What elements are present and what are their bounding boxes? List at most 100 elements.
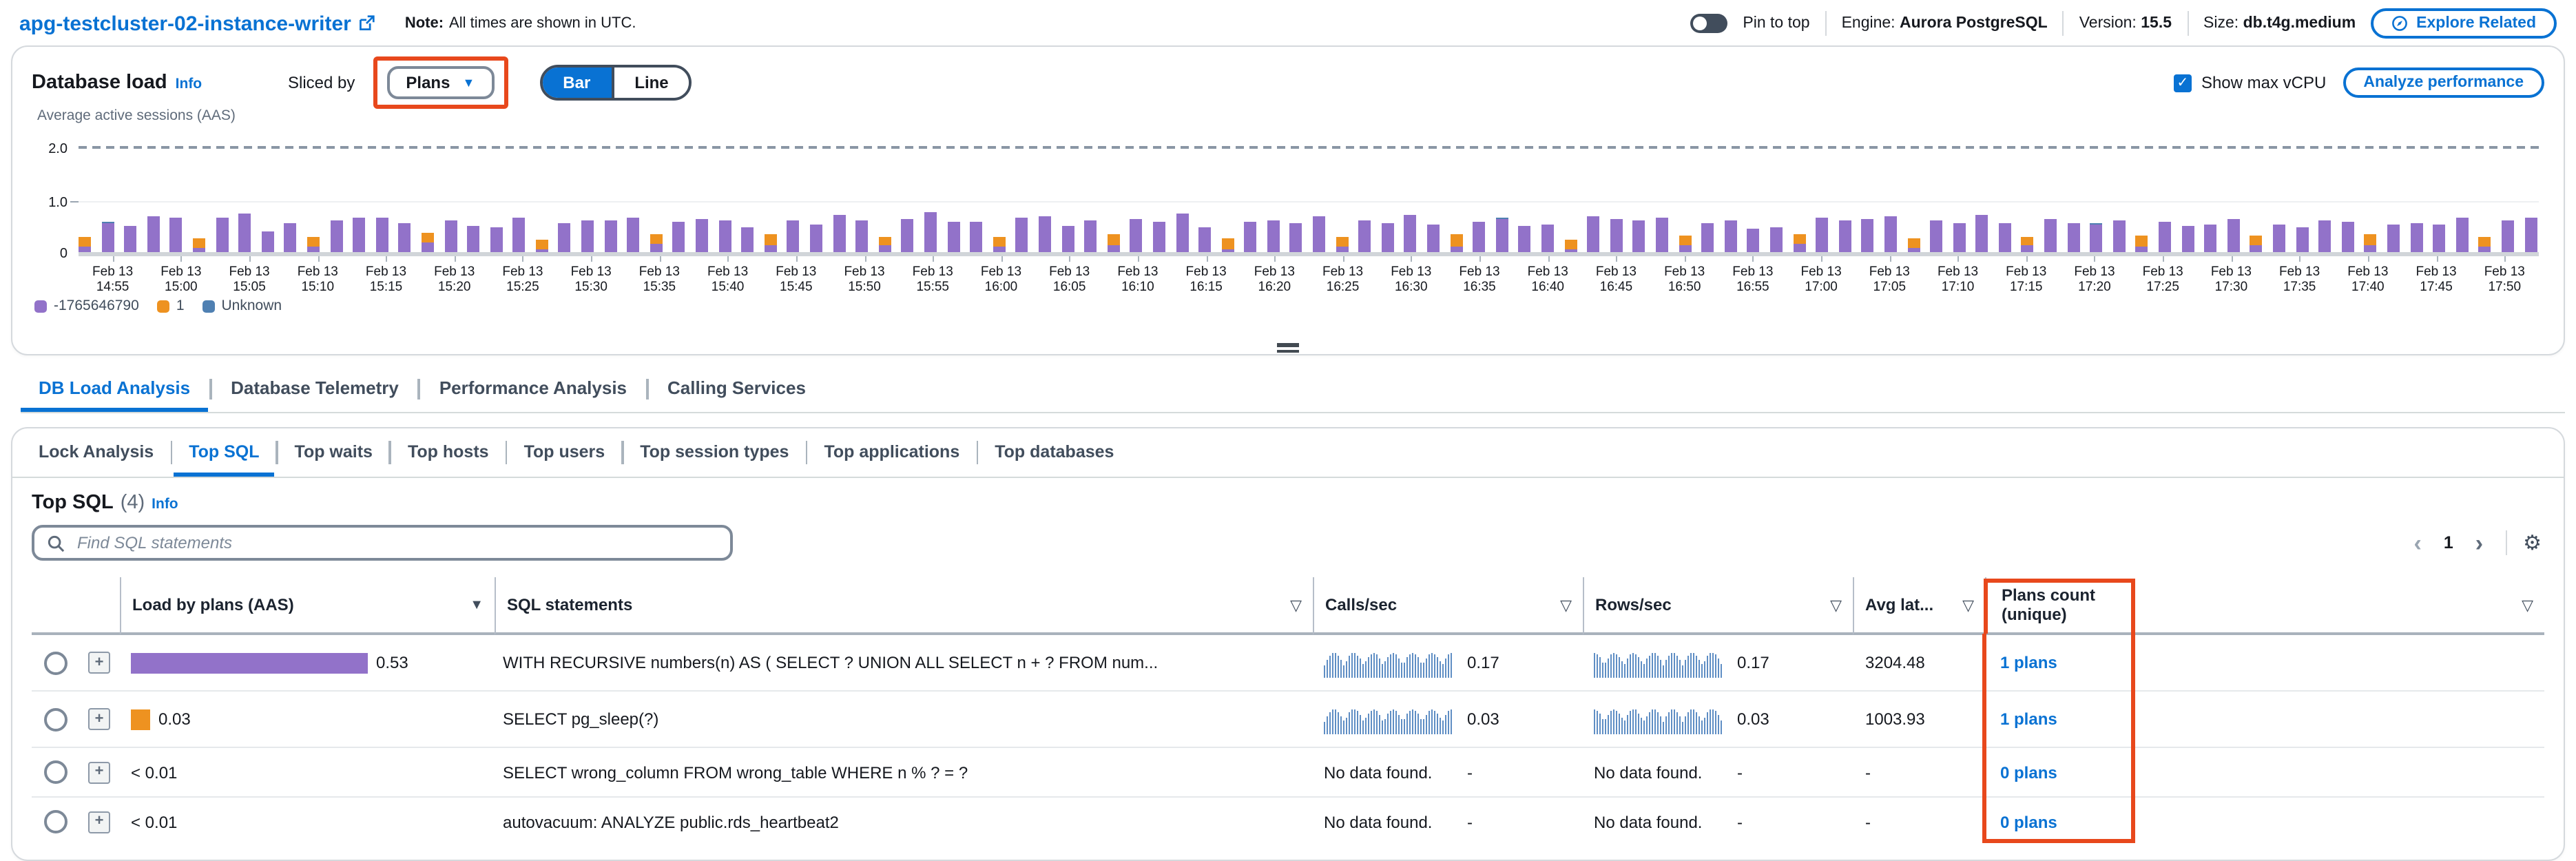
db-load-analysis-panel: Lock AnalysisTop SQLTop waitsTop hostsTo… <box>11 427 2565 861</box>
expand-row-button[interactable]: + <box>88 708 110 730</box>
plans-count-link[interactable]: 1 plans <box>2000 653 2057 672</box>
top-sql-count: (4) <box>121 492 145 514</box>
sparkline-stroke <box>1715 654 1716 678</box>
sparkline-stroke <box>1332 653 1333 678</box>
legend-label: Unknown <box>222 298 282 314</box>
subtab-top-hosts[interactable]: Top hosts <box>393 431 504 477</box>
sql-cell: autovacuum: ANALYZE public.rds_heartbeat… <box>495 798 1313 846</box>
sql-statement-link[interactable]: autovacuum: ANALYZE public.rds_heartbeat… <box>503 812 839 831</box>
column-header-avg-latency[interactable]: Avg lat... ▽ <box>1853 577 1985 635</box>
column-label: Load by plans (AAS) <box>132 595 294 614</box>
show-max-vcpu-checkbox[interactable]: ✓ Show max vCPU <box>2174 73 2326 92</box>
bar-view-button[interactable]: Bar <box>542 68 611 98</box>
plans-count-link[interactable]: 0 plans <box>2000 763 2057 782</box>
sparkline-stroke <box>1632 653 1634 678</box>
tab-calling-services[interactable]: Calling Services <box>650 369 824 412</box>
show-max-vcpu-label: Show max vCPU <box>2201 73 2326 92</box>
expand-row-button[interactable]: + <box>88 652 110 674</box>
panel-resize-handle[interactable] <box>1277 343 1299 353</box>
column-header-calls-per-sec[interactable]: Calls/sec ▽ <box>1313 577 1583 635</box>
sliced-by-label: Sliced by <box>288 73 355 92</box>
sparkline-stroke <box>1712 653 1714 678</box>
chart-bar <box>1541 225 1554 252</box>
plans-count-link[interactable]: 0 plans <box>2000 812 2057 831</box>
x-tick-mark <box>1343 256 1344 262</box>
sparkline-stroke <box>1387 657 1389 678</box>
row-radio[interactable] <box>43 651 67 674</box>
tab-database-telemetry[interactable]: Database Telemetry <box>213 369 417 412</box>
column-header-rows-per-sec[interactable]: Rows/sec ▽ <box>1583 577 1853 635</box>
sparkline-stroke <box>1329 656 1331 678</box>
subtab-top-waits[interactable]: Top waits <box>280 431 388 477</box>
subtab-lock-analysis[interactable]: Lock Analysis <box>23 431 169 477</box>
db-load-chart[interactable] <box>79 129 2539 256</box>
sparkline-stroke <box>1594 653 1595 678</box>
sparkline-stroke <box>1621 661 1623 678</box>
sliced-by-dropdown[interactable]: Plans ▼ <box>386 66 494 99</box>
subtab-top-applications[interactable]: Top applications <box>809 431 975 477</box>
sql-statement-link[interactable]: SELECT pg_sleep(?) <box>503 709 658 729</box>
sparkline-stroke <box>1608 658 1609 678</box>
next-page-button[interactable]: › <box>2467 530 2491 556</box>
sparkline-stroke <box>1327 716 1328 734</box>
sparkline-stroke <box>1721 720 1722 734</box>
sparkline-stroke <box>1712 709 1714 734</box>
search-input[interactable] <box>74 532 718 554</box>
chart-bar <box>1953 223 1965 252</box>
chart-bar <box>1153 222 1165 252</box>
subtab-top-sql[interactable]: Top SQL <box>174 431 274 477</box>
legend-swatch <box>157 300 169 312</box>
sparkline-stroke <box>1440 718 1441 734</box>
db-load-info-link[interactable]: Info <box>176 76 202 92</box>
line-view-button[interactable]: Line <box>611 68 689 98</box>
analyze-performance-button[interactable]: Analyze performance <box>2343 68 2544 98</box>
avg-latency-cell: 3204.48 <box>1853 635 1985 692</box>
filter-icon[interactable]: ▽ <box>1560 596 1572 614</box>
sparkline-stroke <box>1412 709 1413 734</box>
plans-count-link[interactable]: 1 plans <box>2000 709 2057 729</box>
chart-bar <box>216 218 228 252</box>
tab-divider <box>646 379 648 400</box>
sparkline-stroke <box>1340 716 1342 734</box>
sparkline-stroke <box>1674 653 1675 678</box>
row-radio[interactable] <box>43 760 67 784</box>
sparkline-stroke <box>1401 719 1402 734</box>
avg-latency-cell: 1003.93 <box>1853 692 1985 748</box>
chart-bar <box>1336 237 1348 252</box>
sql-statement-link[interactable]: WITH RECURSIVE numbers(n) AS ( SELECT ? … <box>503 653 1158 672</box>
filter-icon[interactable]: ▽ <box>1830 596 1842 614</box>
expand-row-button[interactable]: + <box>88 761 110 783</box>
tab-db-load-analysis[interactable]: DB Load Analysis <box>21 369 208 412</box>
pin-to-top-toggle[interactable] <box>1690 14 1727 33</box>
row-radio[interactable] <box>43 707 67 731</box>
top-sql-info-link[interactable]: Info <box>152 496 178 512</box>
subtab-top-users[interactable]: Top users <box>509 431 621 477</box>
metric-cell: 0.17 <box>1313 635 1583 692</box>
column-header-sql-statements[interactable]: SQL statements ▽ <box>495 577 1313 635</box>
column-header-plans-count[interactable]: Plans count (unique) <box>1985 577 2145 635</box>
filter-icon[interactable]: ▽ <box>1962 596 1974 614</box>
chart-bar <box>1382 223 1394 252</box>
tab-performance-analysis[interactable]: Performance Analysis <box>422 369 645 412</box>
previous-page-button[interactable]: ‹ <box>2406 530 2430 556</box>
subtab-top-databases[interactable]: Top databases <box>979 431 1129 477</box>
sparkline-stroke <box>1351 653 1353 678</box>
row-radio[interactable] <box>43 810 67 833</box>
sort-desc-icon[interactable]: ▼ <box>470 597 484 612</box>
table-settings-button[interactable]: ⚙ <box>2520 532 2544 553</box>
expand-row-button[interactable]: + <box>88 811 110 833</box>
tab-divider <box>506 441 508 464</box>
column-header-load-by-plans[interactable]: Load by plans (AAS) ▼ <box>120 577 495 635</box>
subtab-top-session-types[interactable]: Top session types <box>625 431 804 477</box>
explore-related-button[interactable]: Explore Related <box>2371 8 2557 39</box>
column-label: SQL statements <box>507 595 632 614</box>
chart-bar <box>399 223 411 252</box>
x-axis-label: Feb 1316:25 <box>1309 256 1377 293</box>
sql-statement-link[interactable]: SELECT wrong_column FROM wrong_table WHE… <box>503 763 968 782</box>
sparkline-stroke <box>1685 660 1686 678</box>
instance-name-link[interactable]: apg-testcluster-02-instance-writer <box>19 12 375 35</box>
search-icon <box>47 534 65 552</box>
filter-icon[interactable]: ▽ <box>1290 596 1302 614</box>
filter-icon[interactable]: ▽ <box>2522 596 2533 614</box>
x-tick-mark <box>455 256 456 262</box>
